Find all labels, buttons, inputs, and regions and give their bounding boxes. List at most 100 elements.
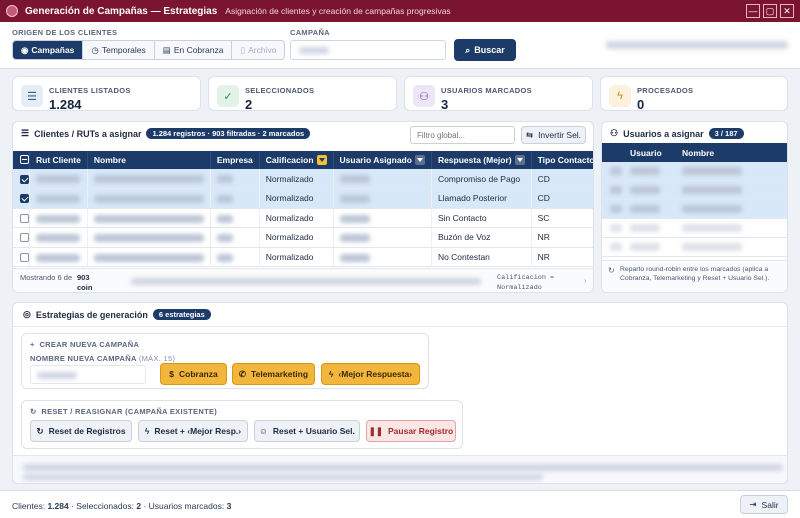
campaign-label: CAMPAÑA bbox=[290, 28, 330, 37]
check-icon: ✓ bbox=[217, 85, 239, 107]
campaign-name-input[interactable] bbox=[30, 365, 146, 384]
select-all-checkbox[interactable] bbox=[13, 151, 30, 169]
minimize-button[interactable]: — bbox=[746, 4, 760, 18]
bolt-icon: ϟ bbox=[328, 369, 334, 379]
row-checkbox[interactable] bbox=[20, 213, 29, 223]
users-list bbox=[602, 162, 787, 257]
invert-selection-button[interactable]: ⇆ Invertir Sel. bbox=[521, 126, 586, 144]
toolbar: ORIGEN DE LOS CLIENTES ◉ Campañas ◷ Tempor… bbox=[0, 22, 800, 69]
row-checkbox[interactable] bbox=[20, 233, 29, 243]
clients-panel: ☰ Clientes / RUTs a asignar 1.284 regist… bbox=[12, 121, 594, 293]
app-icon bbox=[6, 5, 18, 17]
table-row[interactable]: Normalizado Sin Contacto SC bbox=[13, 208, 593, 228]
table-row[interactable]: Normalizado No Contestan NR bbox=[13, 247, 593, 267]
phone-icon: ✆ bbox=[238, 368, 247, 379]
dollar-icon: $ bbox=[169, 369, 174, 379]
users-count-badge: 3 / 187 bbox=[708, 128, 744, 139]
reset-section: ↻ RESET / REASIGNAR (CAMPAÑA EXISTENTE) … bbox=[21, 400, 463, 449]
clients-panel-title: Clientes / RUTs a asignar bbox=[34, 128, 142, 139]
bolt-icon: ϟ bbox=[144, 426, 150, 436]
col-tipo-contacto[interactable]: Tipo Contacto (Mej bbox=[531, 151, 593, 169]
refresh-icon: ↻ bbox=[30, 407, 42, 416]
filter-summary: Calificacion = Normalizado bbox=[497, 274, 555, 292]
origin-selector: ◉ Campañas ◷ Temporales ▤ En Cobranza ▯ Arch… bbox=[12, 40, 286, 60]
file-icon: ▯ bbox=[240, 44, 246, 55]
maximize-button[interactable]: ▢ bbox=[763, 4, 777, 18]
list-icon: ☰ bbox=[21, 85, 43, 107]
campaign-select[interactable] bbox=[290, 40, 446, 60]
col-rut[interactable]: Rut Cliente bbox=[29, 151, 88, 169]
title-bar: Generación de Campañas — Estrategias Asi… bbox=[0, 0, 800, 22]
users-icon: ⚇ bbox=[610, 128, 619, 138]
table-row[interactable]: Normalizado Llamado Posterior CD bbox=[13, 188, 593, 209]
search-icon: ⌕ bbox=[465, 44, 471, 55]
stat-clientes-listados: ☰ CLIENTES LISTADOS 1.284 bbox=[12, 76, 201, 112]
user-row[interactable] bbox=[602, 219, 787, 238]
users-panel: ⚇ Usuarios a asignar 3 / 187 Usuario Nom… bbox=[601, 121, 788, 293]
stat-seleccionados: ✓ SELECCIONADOS 2 bbox=[208, 76, 397, 112]
table-row[interactable]: Normalizado Buzón de Voz NR bbox=[13, 227, 593, 248]
user-icon: ☺ bbox=[259, 426, 268, 436]
global-filter-input[interactable] bbox=[410, 126, 515, 144]
tab-temporales[interactable]: ◷ Temporales bbox=[83, 41, 155, 59]
footer-summary: Clientes: 1.284 · Seleccionados: 2 · Usu… bbox=[12, 501, 232, 511]
status-showing: Mostrando 6 de bbox=[20, 273, 73, 282]
col-usuario[interactable]: Usuario bbox=[630, 148, 662, 158]
refresh-icon: ↻ bbox=[608, 266, 615, 275]
reset-usuario-sel-button[interactable]: ☺ Reset + Usuario Sel. bbox=[254, 420, 360, 442]
row-checkbox[interactable] bbox=[20, 174, 29, 184]
logout-icon: ⇥ bbox=[749, 499, 757, 509]
users-panel-title: Usuarios a asignar bbox=[623, 128, 704, 139]
mejor-respuesta-button[interactable]: ϟ ‹Mejor Respuesta› bbox=[321, 363, 420, 385]
filter-active-icon[interactable] bbox=[316, 155, 327, 166]
create-campaign-section: + CREAR NUEVA CAMPAÑA NOMBRE NUEVA CAMPA… bbox=[21, 333, 429, 389]
clients-table: Rut Cliente Nombre Empresa Calificacion … bbox=[13, 151, 593, 267]
megaphone-icon: ◉ bbox=[21, 44, 29, 55]
telemarketing-button[interactable]: ✆ Telemarketing bbox=[232, 363, 315, 385]
bolt-icon: ϟ bbox=[609, 85, 631, 107]
users-note-box: ↻ Reparto round-robin entre los marcados… bbox=[602, 260, 787, 292]
col-calificacion[interactable]: Calificacion bbox=[259, 151, 334, 169]
window-title: Generación de Campañas — Estrategias bbox=[25, 5, 218, 17]
user-row[interactable] bbox=[602, 181, 787, 200]
col-empresa[interactable]: Empresa bbox=[210, 151, 260, 169]
users-table-header: Usuario Nombre bbox=[602, 143, 787, 162]
campaign-name-label: NOMBRE NUEVA CAMPAÑA (MÁX. 15) bbox=[30, 354, 176, 363]
user-row[interactable] bbox=[602, 200, 787, 219]
cobranza-button[interactable]: $ Cobranza bbox=[160, 363, 227, 385]
status-bar: Clientes: 1.284 · Seleccionados: 2 · Usu… bbox=[0, 490, 800, 518]
reset-registros-button[interactable]: ↻ Reset de Registros bbox=[30, 420, 132, 442]
user-row[interactable] bbox=[602, 238, 787, 257]
log-area bbox=[13, 455, 787, 483]
clock-icon: ◷ bbox=[91, 44, 99, 55]
database-icon: ▤ bbox=[162, 44, 171, 55]
tab-en-cobranza[interactable]: ▤ En Cobranza bbox=[154, 41, 233, 59]
strategies-panel: ◎ Estrategias de generación 6 estrategia… bbox=[12, 302, 788, 484]
row-checkbox[interactable] bbox=[20, 194, 29, 204]
search-button[interactable]: ⌕ Buscar bbox=[454, 39, 516, 61]
filter-icon[interactable] bbox=[514, 155, 525, 166]
col-nombre[interactable]: Nombre bbox=[87, 151, 211, 169]
tab-campanas[interactable]: ◉ Campañas bbox=[13, 41, 84, 59]
col-usuario-nombre[interactable]: Nombre bbox=[682, 148, 714, 158]
chevron-right-icon[interactable]: › bbox=[584, 278, 586, 285]
tab-archivo[interactable]: ▯ Archivo bbox=[232, 41, 285, 59]
pausar-registro-button[interactable]: ❚❚ Pausar Registro bbox=[366, 420, 456, 442]
target-icon: ◎ bbox=[23, 309, 31, 319]
row-checkbox[interactable] bbox=[20, 252, 29, 262]
refresh-icon: ↻ bbox=[36, 425, 44, 436]
status-redacted bbox=[131, 278, 481, 285]
table-row[interactable]: Normalizado Compromiso de Pago CD bbox=[13, 169, 593, 189]
col-usuario-asignado[interactable]: Usuario Asignado bbox=[333, 151, 432, 169]
filter-icon[interactable] bbox=[414, 155, 425, 166]
reset-mejor-resp-button[interactable]: ϟ Reset + ‹Mejor Resp.› bbox=[138, 420, 248, 442]
user-row[interactable] bbox=[602, 162, 787, 181]
strategies-badge: 6 estrategias bbox=[152, 309, 211, 320]
status-count: 903 coin bbox=[77, 273, 93, 292]
reset-title: ↻ RESET / REASIGNAR (CAMPAÑA EXISTENTE) bbox=[30, 407, 218, 416]
exit-button[interactable]: ⇥ Salir bbox=[740, 495, 788, 514]
strategies-title: Estrategias de generación bbox=[35, 309, 148, 320]
col-respuesta[interactable]: Respuesta (Mejor) bbox=[431, 151, 532, 169]
list-icon: ☰ bbox=[21, 128, 30, 138]
close-button[interactable]: ✕ bbox=[780, 4, 794, 18]
